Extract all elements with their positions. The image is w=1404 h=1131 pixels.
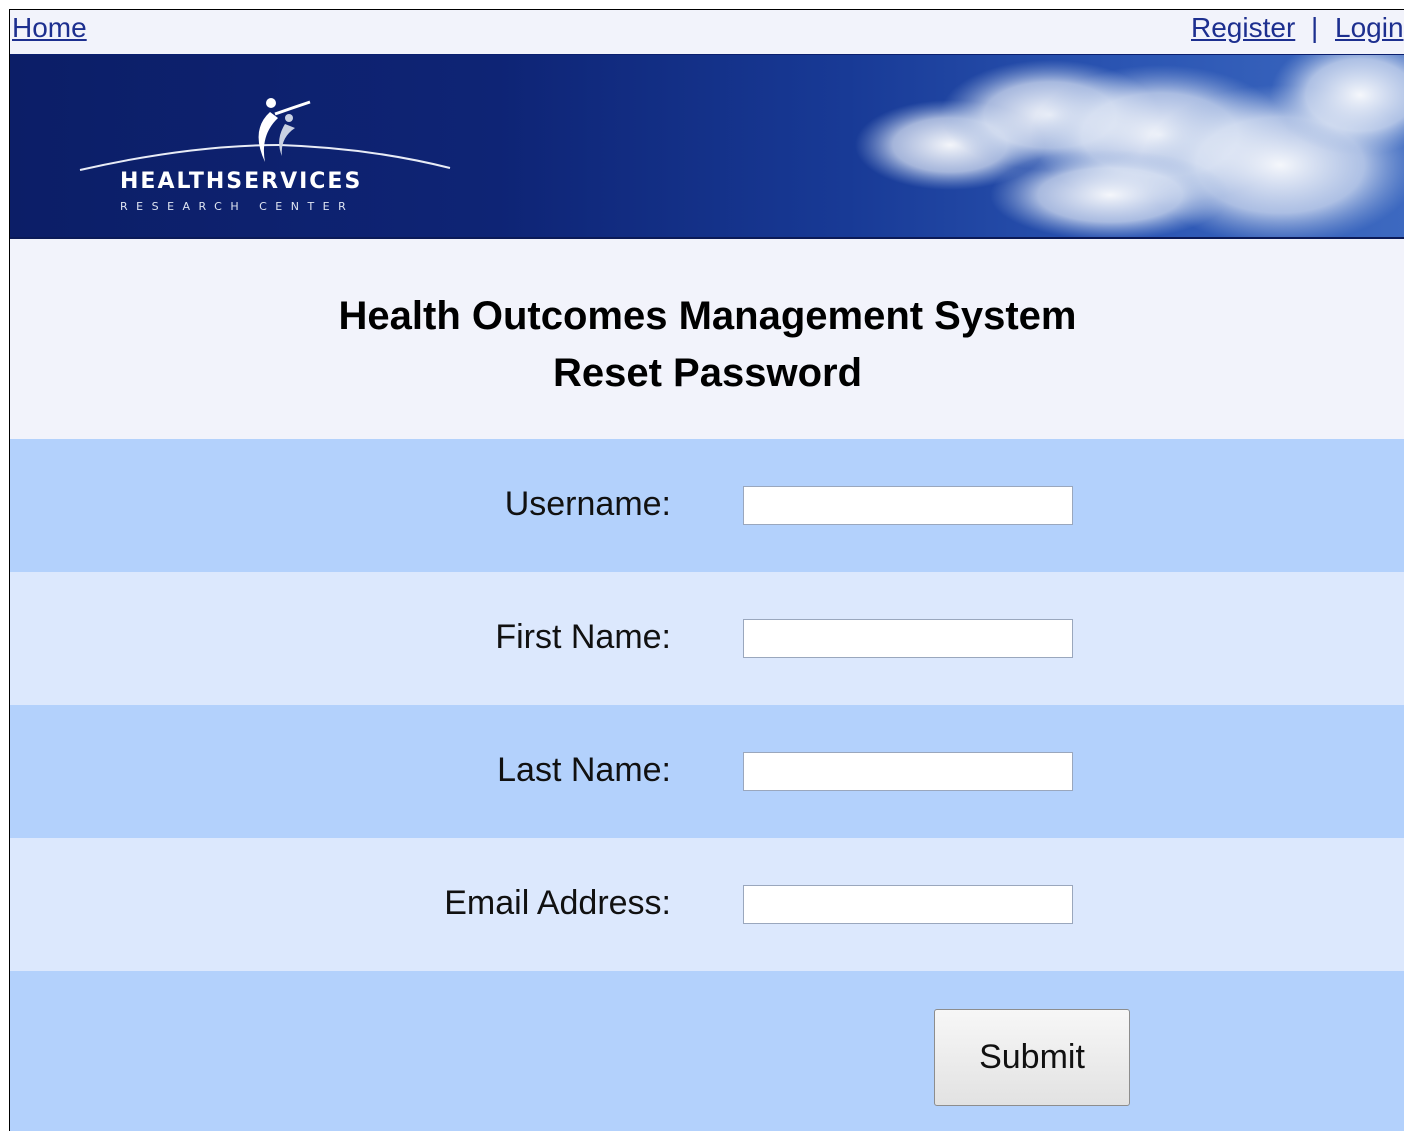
last-name-input[interactable] bbox=[743, 752, 1073, 791]
form-row-first-name: First Name: bbox=[10, 572, 1404, 705]
form-row-submit: Submit bbox=[10, 971, 1404, 1131]
page-heading: Health Outcomes Management System Reset … bbox=[10, 239, 1404, 439]
username-label: Username: bbox=[504, 485, 671, 523]
form-row-last-name: Last Name: bbox=[10, 705, 1404, 838]
logo-title-text: HEALTHSERVICES bbox=[120, 169, 362, 194]
first-name-label: First Name: bbox=[495, 618, 671, 656]
page-subtitle: Reset Password bbox=[552, 351, 863, 395]
home-link[interactable]: Home bbox=[12, 12, 87, 44]
submit-button[interactable]: Submit bbox=[934, 1009, 1130, 1106]
first-name-input[interactable] bbox=[743, 619, 1073, 658]
username-input[interactable] bbox=[743, 486, 1073, 525]
form-row-username: Username: bbox=[10, 439, 1404, 572]
last-name-label: Last Name: bbox=[497, 751, 671, 789]
page-title: Health Outcomes Management System bbox=[338, 294, 1077, 338]
email-input[interactable] bbox=[743, 885, 1073, 924]
logo-subtitle-text: RESEARCH CENTER bbox=[120, 200, 354, 213]
email-label: Email Address: bbox=[444, 884, 671, 922]
form-row-email: Email Address: bbox=[10, 838, 1404, 971]
page-frame: Home Register | Login HEALTHSERVICES RES… bbox=[9, 9, 1404, 1131]
register-link[interactable]: Register bbox=[1191, 12, 1295, 44]
clouds-image bbox=[855, 55, 1404, 237]
header-banner: HEALTHSERVICES RESEARCH CENTER bbox=[10, 55, 1404, 239]
top-nav-bar: Home Register | Login bbox=[10, 10, 1404, 55]
login-link[interactable]: Login bbox=[1335, 12, 1404, 44]
health-services-logo: HEALTHSERVICES RESEARCH CENTER bbox=[79, 98, 451, 213]
nav-separator: | bbox=[1311, 12, 1319, 43]
